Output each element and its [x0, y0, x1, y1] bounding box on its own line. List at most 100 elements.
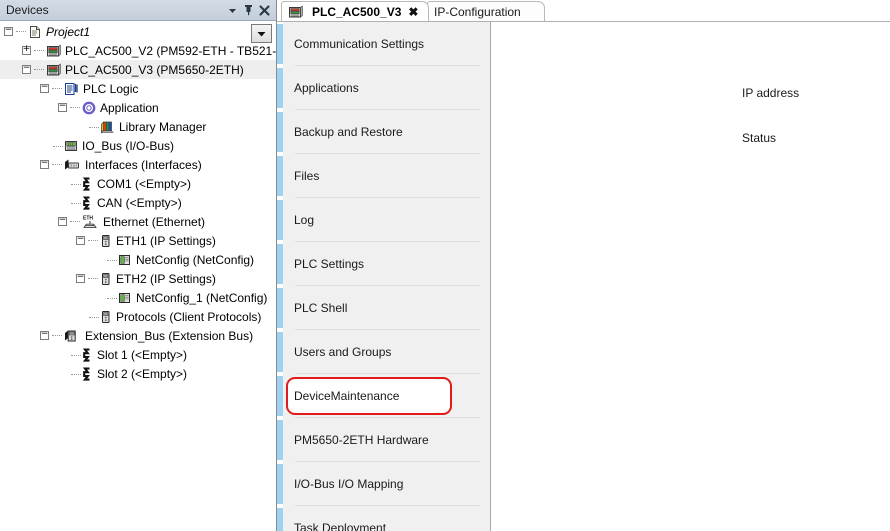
tree-connector: [16, 30, 26, 33]
tree-item-label: Application: [100, 100, 159, 115]
chevron-down-icon[interactable]: [224, 2, 240, 18]
collapse-icon[interactable]: −: [76, 235, 85, 245]
tree-item[interactable]: − PLC Logic: [0, 79, 276, 98]
project-icon: [28, 25, 42, 39]
category-item-label: I/O-Bus I/O Mapping: [294, 477, 404, 491]
collapse-icon[interactable]: −: [40, 83, 49, 93]
collapse-icon[interactable]: −: [76, 273, 85, 283]
tree-connector: [76, 120, 100, 134]
netconfig-icon: [118, 253, 132, 267]
editor-tab[interactable]: PLC_AC500_V3 ✖: [281, 1, 429, 21]
interfaces-icon: [64, 158, 81, 172]
tree-item[interactable]: − ETH2 (IP Settings): [0, 269, 276, 288]
tree-connector: [34, 68, 44, 71]
category-item[interactable]: Files: [283, 154, 490, 198]
category-item-label: Backup and Restore: [294, 125, 403, 139]
editor-tabstrip: PLC_AC500_V3 ✖ IP-Configuration: [277, 0, 890, 22]
editor-tab[interactable]: IP-Configuration: [427, 1, 545, 21]
tree-item-label: Slot 2 (<Empty>): [97, 366, 188, 381]
editor-tab-label: IP-Configuration: [434, 4, 521, 19]
collapse-icon[interactable]: −: [22, 64, 31, 74]
application-window: Devices − Project1 + PLC_AC500_V2 (PM592…: [0, 0, 890, 531]
tree-item[interactable]: − ETH Ethernet (Ethernet): [0, 212, 276, 231]
tree-connector: [70, 106, 80, 109]
category-item[interactable]: PLC Shell: [283, 286, 490, 330]
plc-logic-icon: [64, 82, 79, 96]
collapse-icon[interactable]: −: [58, 216, 67, 226]
collapse-icon[interactable]: −: [58, 102, 67, 112]
category-item-label: Files: [294, 169, 320, 183]
category-item[interactable]: I/O-Bus I/O Mapping: [283, 462, 490, 506]
category-item[interactable]: Task Deployment: [283, 506, 490, 531]
tree-item[interactable]: − Extension_Bus (Extension Bus): [0, 326, 276, 345]
io-bus-icon: [64, 139, 78, 153]
tree-item[interactable]: − PLC_AC500_V3 (PM5650-2ETH): [0, 60, 276, 79]
collapse-icon[interactable]: −: [40, 159, 49, 169]
category-item-label: Communication Settings: [294, 37, 425, 51]
pin-icon[interactable]: [240, 2, 256, 18]
tree-connector: [94, 291, 118, 305]
tree-item[interactable]: NetConfig_1 (NetConfig): [0, 288, 276, 307]
tree-dropdown-button[interactable]: [251, 24, 272, 43]
category-list[interactable]: Communication Settings Applications Backup…: [283, 22, 491, 531]
tree-item[interactable]: Slot 2 (<Empty>): [0, 364, 276, 383]
collapse-icon[interactable]: −: [40, 330, 49, 340]
tree-connector: [40, 139, 64, 153]
ip-settings-icon: [100, 272, 112, 286]
device-tree[interactable]: − Project1 + PLC_AC500_V2 (PM592-ETH - TB…: [0, 22, 276, 531]
ethernet-icon: ETH: [82, 214, 99, 229]
status-label: Status: [742, 131, 777, 145]
tree-item[interactable]: Slot 1 (<Empty>): [0, 345, 276, 364]
empty-slot-icon: [82, 195, 93, 210]
tree-item[interactable]: − Interfaces (Interfaces): [0, 155, 276, 174]
tree-item[interactable]: − Project1: [0, 22, 276, 41]
expand-icon[interactable]: +: [22, 45, 31, 55]
category-item-label: Applications: [294, 81, 359, 95]
category-item[interactable]: Applications: [283, 66, 490, 110]
tree-item[interactable]: − Application: [0, 98, 276, 117]
category-item-label: PLC Settings: [294, 257, 365, 271]
tree-connector: [58, 196, 82, 210]
application-icon: [82, 101, 96, 115]
tree-item[interactable]: CAN (<Empty>): [0, 193, 276, 212]
close-icon[interactable]: ✖: [408, 5, 418, 19]
category-item[interactable]: Backup and Restore: [283, 110, 490, 154]
tree-item[interactable]: COM1 (<Empty>): [0, 174, 276, 193]
plc-icon: [46, 44, 61, 58]
svg-text:ETH: ETH: [83, 216, 93, 222]
tree-item[interactable]: NetConfig (NetConfig): [0, 250, 276, 269]
tree-item-label: NetConfig_1 (NetConfig): [136, 290, 268, 305]
editor-area: PLC_AC500_V3 ✖ IP-Configuration Communicat…: [277, 0, 890, 531]
tree-item[interactable]: − ETH1 (IP Settings): [0, 231, 276, 250]
category-item[interactable]: PLC Settings: [283, 242, 490, 286]
library-manager-icon: [100, 120, 115, 134]
tree-connector: [58, 177, 82, 191]
category-item-label: Log: [294, 213, 315, 227]
category-item[interactable]: PM5650-2ETH Hardware: [283, 418, 490, 462]
tree-item-label: NetConfig (NetConfig): [136, 252, 255, 267]
category-item-label: DeviceMaintenance: [294, 389, 400, 403]
category-item[interactable]: Log: [283, 198, 490, 242]
tree-item-label: Slot 1 (<Empty>): [97, 347, 188, 362]
tree-item[interactable]: Library Manager: [0, 117, 276, 136]
tree-item[interactable]: + PLC_AC500_V2 (PM592-ETH - TB521-ETH): [0, 41, 276, 60]
tree-connector: [52, 163, 62, 166]
category-item-label: Task Deployment: [294, 521, 387, 531]
tree-connector: [58, 367, 82, 381]
tree-item[interactable]: Protocols (Client Protocols): [0, 307, 276, 326]
tree-item[interactable]: IO_Bus (I/O-Bus): [0, 136, 276, 155]
devices-panel: Devices − Project1 + PLC_AC500_V2 (PM592…: [0, 0, 277, 531]
category-item-label: PM5650-2ETH Hardware: [294, 433, 429, 447]
tree-item-label: PLC_AC500_V3 (PM5650-2ETH): [65, 62, 244, 77]
tree-item-label: Extension_Bus (Extension Bus): [85, 328, 254, 343]
category-item[interactable]: Users and Groups: [283, 330, 490, 374]
category-item[interactable]: Communication Settings: [283, 22, 490, 66]
category-item[interactable]: DeviceMaintenance: [283, 374, 490, 418]
collapse-icon[interactable]: −: [4, 26, 13, 36]
ip-settings-icon: [100, 310, 112, 324]
tree-item-label: Interfaces (Interfaces): [85, 157, 202, 172]
empty-slot-icon: [82, 176, 93, 191]
close-icon[interactable]: [256, 2, 272, 18]
extension-bus-icon: [64, 329, 81, 343]
ip-address-label: IP address: [742, 86, 800, 100]
